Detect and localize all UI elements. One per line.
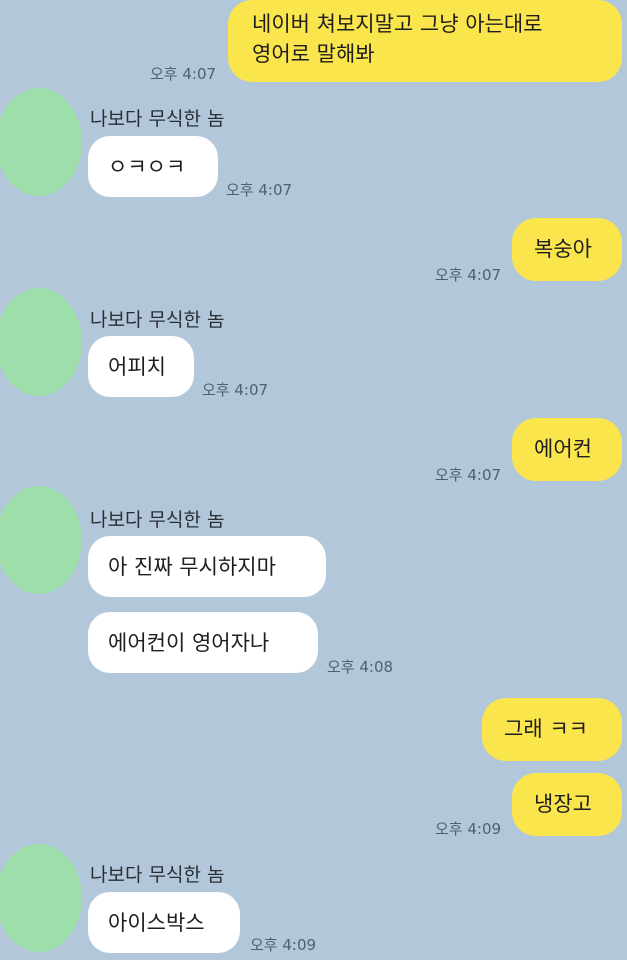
outgoing-message-bubble[interactable]: 네이버 쳐보지말고 그냥 아는대로 영어로 말해봐 xyxy=(228,0,622,82)
message-text: 복숭아 xyxy=(534,237,592,261)
outgoing-message-bubble[interactable]: 냉장고 xyxy=(512,773,622,836)
incoming-message-bubble[interactable]: 어피치 xyxy=(88,336,194,397)
message-timestamp: 오후 4:07 xyxy=(435,466,502,484)
message-timestamp: 오후 4:07 xyxy=(150,65,217,83)
message-timestamp: 오후 4:07 xyxy=(226,181,293,199)
sender-avatar[interactable] xyxy=(0,288,82,396)
message-line: 네이버 쳐보지말고 그냥 아는대로 xyxy=(252,12,543,36)
sender-name: 나보다 무식한 놈 xyxy=(90,309,225,331)
message-text: 에어컨이 영어자나 xyxy=(108,631,270,655)
sender-avatar[interactable] xyxy=(0,844,82,952)
incoming-message-bubble[interactable]: 아이스박스 xyxy=(88,892,240,953)
sender-name: 나보다 무식한 놈 xyxy=(90,864,225,886)
message-text: 아 진짜 무시하지마 xyxy=(108,555,276,579)
outgoing-message-bubble[interactable]: 그래 ㅋㅋ xyxy=(482,698,622,761)
sender-avatar[interactable] xyxy=(0,486,82,594)
sender-avatar[interactable] xyxy=(0,88,82,196)
message-line: 영어로 말해봐 xyxy=(252,42,375,66)
outgoing-message-bubble[interactable]: 에어컨 xyxy=(512,418,622,481)
message-timestamp: 오후 4:08 xyxy=(327,658,394,676)
message-text: 에어컨 xyxy=(534,437,592,461)
incoming-message-bubble[interactable]: ㅇㅋㅇㅋ xyxy=(88,136,218,197)
message-text: ㅇㅋㅇㅋ xyxy=(108,155,186,179)
message-text: 냉장고 xyxy=(534,792,592,816)
sender-name: 나보다 무식한 놈 xyxy=(90,108,225,130)
message-timestamp: 오후 4:07 xyxy=(202,381,269,399)
message-timestamp: 오후 4:09 xyxy=(250,936,317,954)
incoming-message-bubble[interactable]: 아 진짜 무시하지마 xyxy=(88,536,326,597)
message-text: 아이스박스 xyxy=(108,911,205,935)
message-timestamp: 오후 4:09 xyxy=(435,820,502,838)
message-text: 어피치 xyxy=(108,355,166,379)
message-timestamp: 오후 4:07 xyxy=(435,266,502,284)
sender-name: 나보다 무식한 놈 xyxy=(90,509,225,531)
chat-room: 네이버 쳐보지말고 그냥 아는대로 영어로 말해봐 오후 4:07 나보다 무식… xyxy=(0,0,627,960)
incoming-message-bubble[interactable]: 에어컨이 영어자나 xyxy=(88,612,318,673)
outgoing-message-bubble[interactable]: 복숭아 xyxy=(512,218,622,281)
message-text: 그래 ㅋㅋ xyxy=(504,717,588,741)
